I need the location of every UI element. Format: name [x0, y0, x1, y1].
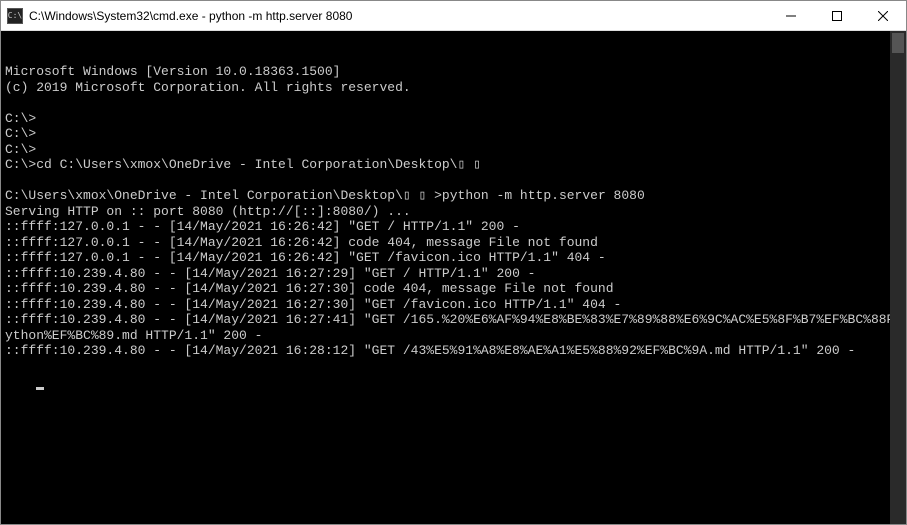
- terminal-line: (c) 2019 Microsoft Corporation. All righ…: [5, 80, 902, 96]
- terminal-line: Microsoft Windows [Version 10.0.18363.15…: [5, 64, 902, 80]
- close-icon: [878, 11, 888, 21]
- cmd-window: C:\ C:\Windows\System32\cmd.exe - python…: [0, 0, 907, 525]
- terminal-line: C:\Users\xmox\OneDrive - Intel Corporati…: [5, 188, 902, 204]
- close-button[interactable]: [860, 1, 906, 30]
- terminal-line: C:\>: [5, 111, 902, 127]
- window-title: C:\Windows\System32\cmd.exe - python -m …: [29, 9, 768, 23]
- terminal-line: C:\>: [5, 126, 902, 142]
- terminal-line: ::ffff:10.239.4.80 - - [14/May/2021 16:2…: [5, 297, 902, 313]
- terminal-line: [5, 173, 902, 189]
- minimize-button[interactable]: [768, 1, 814, 30]
- scrollbar[interactable]: [890, 31, 906, 524]
- maximize-button[interactable]: [814, 1, 860, 30]
- titlebar[interactable]: C:\ C:\Windows\System32\cmd.exe - python…: [1, 1, 906, 31]
- window-controls: [768, 1, 906, 30]
- terminal-line: ::ffff:10.239.4.80 - - [14/May/2021 16:2…: [5, 312, 902, 343]
- terminal-line: ::ffff:10.239.4.80 - - [14/May/2021 16:2…: [5, 343, 902, 359]
- terminal-line: ::ffff:127.0.0.1 - - [14/May/2021 16:26:…: [5, 219, 902, 235]
- terminal-line: ::ffff:127.0.0.1 - - [14/May/2021 16:26:…: [5, 250, 902, 266]
- terminal-line: ::ffff:10.239.4.80 - - [14/May/2021 16:2…: [5, 281, 902, 297]
- terminal-line: Serving HTTP on :: port 8080 (http://[::…: [5, 204, 902, 220]
- minimize-icon: [786, 11, 796, 21]
- cmd-icon: C:\: [7, 8, 23, 24]
- terminal-line: C:\>cd C:\Users\xmox\OneDrive - Intel Co…: [5, 157, 902, 173]
- cursor: [36, 387, 44, 390]
- terminal-line: [5, 95, 902, 111]
- terminal-line: ::ffff:127.0.0.1 - - [14/May/2021 16:26:…: [5, 235, 902, 251]
- terminal-line: C:\>: [5, 142, 902, 158]
- scrollbar-thumb[interactable]: [892, 33, 904, 53]
- terminal-output[interactable]: Microsoft Windows [Version 10.0.18363.15…: [1, 31, 906, 524]
- terminal-line: ::ffff:10.239.4.80 - - [14/May/2021 16:2…: [5, 266, 902, 282]
- maximize-icon: [832, 11, 842, 21]
